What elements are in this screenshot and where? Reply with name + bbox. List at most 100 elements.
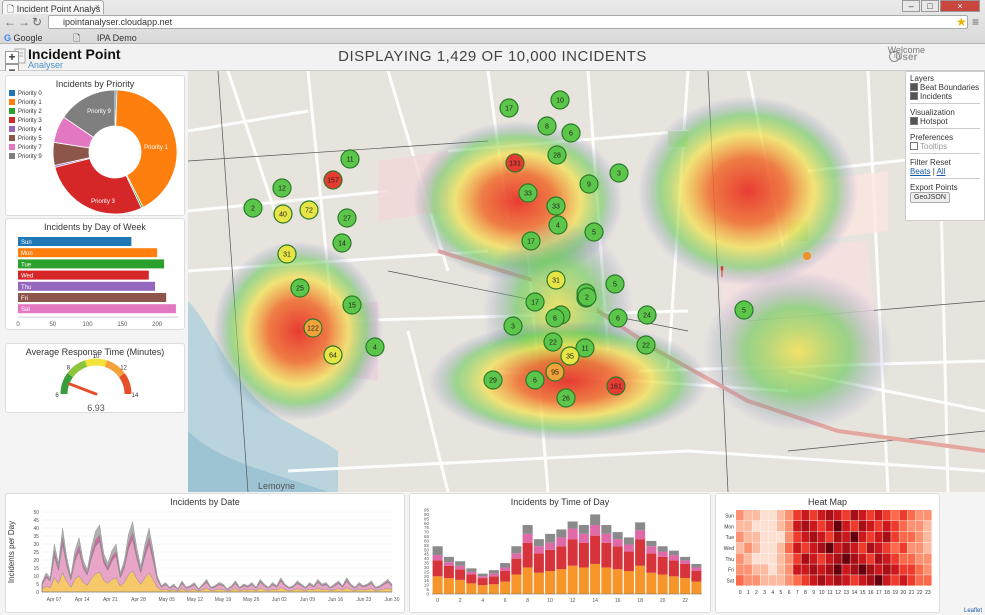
heatmap-cell[interactable] — [850, 531, 859, 543]
time-bar-segment[interactable] — [680, 563, 691, 579]
time-bar-segment[interactable] — [533, 553, 544, 573]
heatmap-cell[interactable] — [866, 542, 875, 554]
heatmap-cell[interactable] — [752, 575, 761, 586]
heatmap-cell[interactable] — [858, 553, 867, 564]
incident-cluster[interactable]: 17 — [525, 292, 545, 312]
time-bar-segment[interactable] — [533, 539, 544, 547]
legend-item[interactable]: Priority 9 — [9, 153, 42, 162]
incident-cluster[interactable]: 3 — [609, 163, 629, 183]
heatmap-cell[interactable] — [736, 542, 744, 554]
heatmap-cell[interactable] — [760, 575, 769, 586]
address-bar[interactable]: ipointanalyser.cloudapp.net — [48, 15, 968, 29]
incident-cluster[interactable]: 29 — [483, 370, 503, 390]
time-bar-segment[interactable] — [590, 535, 601, 564]
heatmap-cell[interactable] — [842, 510, 850, 521]
heatmap-cell[interactable] — [891, 575, 899, 586]
time-bar-segment[interactable] — [466, 571, 477, 575]
heatmap-cell[interactable] — [752, 564, 761, 575]
heatmap-cell[interactable] — [825, 531, 834, 543]
time-bar-segment[interactable] — [567, 565, 578, 594]
incident-cluster[interactable]: 4 — [365, 337, 385, 357]
incident-cluster[interactable]: 5 — [584, 222, 604, 242]
time-bar-segment[interactable] — [477, 585, 488, 594]
time-bar-segment[interactable] — [488, 573, 499, 577]
heatmap-cell[interactable] — [776, 553, 785, 564]
heatmap-cell[interactable] — [850, 510, 859, 521]
time-bar-segment[interactable] — [545, 533, 556, 543]
bookmark-ipa-demo[interactable]: 🗋 IPA Demo — [73, 33, 151, 43]
incident-cluster[interactable]: 31 — [277, 244, 297, 264]
heatmap-cell[interactable] — [760, 510, 769, 521]
heatmap-cell[interactable] — [752, 553, 761, 564]
heatmap-cell[interactable] — [793, 564, 801, 575]
time-bar-segment[interactable] — [488, 576, 499, 585]
time-bar-segment[interactable] — [691, 567, 702, 572]
incident-cluster[interactable]: 8 — [537, 116, 557, 136]
reload-icon[interactable]: ↻ — [32, 15, 42, 29]
incident-cluster[interactable]: 161 — [606, 376, 626, 396]
time-bar-segment[interactable] — [657, 546, 668, 552]
legend-item[interactable]: Priority 3 — [9, 117, 42, 126]
time-bar-segment[interactable] — [455, 579, 466, 594]
incident-cluster[interactable]: 2 — [243, 198, 263, 218]
heatmap-cell[interactable] — [817, 575, 826, 586]
heatmap-cell[interactable] — [752, 542, 761, 554]
time-bar-segment[interactable] — [545, 542, 556, 550]
heatmap-cell[interactable] — [907, 564, 916, 575]
heatmap-cell[interactable] — [907, 575, 916, 586]
time-bar-segment[interactable] — [488, 570, 499, 574]
heatmap-cell[interactable] — [801, 531, 810, 543]
day-bar[interactable] — [18, 281, 156, 291]
heatmap-cell[interactable] — [825, 553, 834, 564]
time-bar-segment[interactable] — [612, 532, 623, 540]
incident-cluster[interactable]: 33 — [518, 183, 538, 203]
heatmap-cell[interactable] — [768, 575, 777, 586]
heatmap-cell[interactable] — [923, 510, 932, 521]
heatmap-cell[interactable] — [801, 575, 810, 586]
incident-cluster[interactable]: 12 — [272, 178, 292, 198]
heatmap-cell[interactable] — [834, 531, 842, 543]
heatmap-cell[interactable] — [793, 553, 801, 564]
heatmap-cell[interactable] — [858, 531, 867, 543]
heatmap-cell[interactable] — [801, 520, 810, 532]
incident-cluster[interactable]: 157 — [323, 170, 343, 190]
incident-cluster[interactable]: 6 — [608, 308, 628, 328]
time-bar-segment[interactable] — [646, 553, 657, 573]
heatmap-cell[interactable] — [915, 510, 924, 521]
heatmap-cell[interactable] — [899, 531, 908, 543]
time-bar-segment[interactable] — [590, 525, 601, 536]
pie-slice[interactable] — [54, 157, 142, 215]
time-bar-segment[interactable] — [545, 571, 556, 594]
heatmap-cell[interactable] — [899, 553, 908, 564]
heatmap-cell[interactable] — [858, 542, 867, 554]
heatmap-cell[interactable] — [825, 564, 834, 575]
incident-cluster[interactable]: 15 — [342, 295, 362, 315]
time-bar-segment[interactable] — [578, 525, 589, 534]
time-bar-segment[interactable] — [432, 560, 443, 577]
time-bar-segment[interactable] — [556, 529, 567, 538]
time-bar-segment[interactable] — [522, 533, 533, 543]
heatmap-cell[interactable] — [866, 553, 875, 564]
incident-cluster[interactable]: 131 — [505, 153, 525, 173]
time-bar-segment[interactable] — [623, 571, 634, 594]
incident-cluster[interactable]: 5 — [734, 300, 754, 320]
heatmap-cell[interactable] — [776, 531, 785, 543]
time-bar-segment[interactable] — [635, 522, 646, 531]
heatmap-cell[interactable] — [768, 510, 777, 521]
heatmap-cell[interactable] — [874, 575, 883, 586]
heatmap-cell[interactable] — [899, 564, 908, 575]
heatmap-cell[interactable] — [825, 542, 834, 554]
heatmap-cell[interactable] — [834, 553, 842, 564]
incident-cluster[interactable]: 122 — [303, 318, 323, 338]
heatmap-cell[interactable] — [817, 564, 826, 575]
time-bar-segment[interactable] — [680, 556, 691, 561]
heatmap-cell[interactable] — [760, 542, 769, 554]
heatmap-cell[interactable] — [874, 520, 883, 532]
day-bar[interactable] — [18, 270, 149, 280]
heatmap-cell[interactable] — [874, 510, 883, 521]
incident-cluster[interactable]: 6 — [561, 123, 581, 143]
menu-icon[interactable]: ≡ — [972, 15, 979, 29]
time-bar-segment[interactable] — [623, 551, 634, 572]
time-bar-segment[interactable] — [612, 569, 623, 594]
heatmap-cell[interactable] — [850, 542, 859, 554]
